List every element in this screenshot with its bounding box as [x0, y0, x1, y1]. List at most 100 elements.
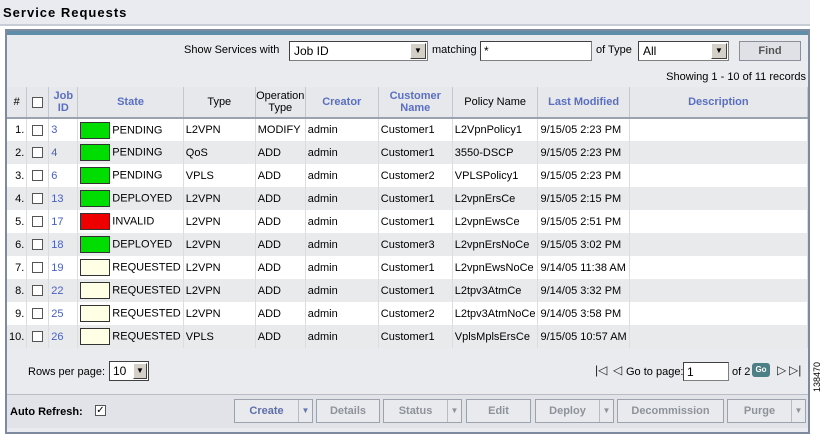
deploy-button[interactable]: Deploy ▼: [535, 399, 614, 423]
decommission-button[interactable]: Decommission: [617, 399, 724, 423]
table-row[interactable]: 3. 6 PENDING VPLS ADD admin Customer2 VPLSPolic…: [7, 164, 809, 187]
state-cell: PENDING: [77, 141, 184, 164]
table-row[interactable]: 2. 4 PENDING QoS ADD admin Customer1 3550-DSCP 9…: [7, 141, 809, 164]
state-label: REQUESTED: [112, 307, 181, 320]
auto-refresh-checkbox[interactable]: ✓: [95, 405, 106, 416]
type-cell: L2VPN: [183, 233, 256, 256]
header-creator[interactable]: Creator: [305, 87, 379, 119]
row-checkbox[interactable]: [32, 239, 44, 251]
rows-per-page-select[interactable]: 10 ▼: [109, 361, 149, 381]
purge-button[interactable]: Purge ▼: [727, 399, 806, 423]
service-requests-table: # Job ID State Type Operation Type Creat…: [7, 87, 809, 348]
row-checkbox[interactable]: [32, 285, 44, 297]
select-all-checkbox[interactable]: [32, 96, 44, 108]
row-number: 4.: [7, 187, 28, 210]
row-checkbox[interactable]: [32, 262, 44, 274]
state-color-swatch: [80, 144, 111, 161]
status-button[interactable]: Status ▼: [383, 399, 462, 423]
state-label: REQUESTED: [112, 261, 181, 274]
row-checkbox[interactable]: [32, 193, 44, 205]
job-id-link[interactable]: 6: [48, 164, 79, 187]
header-select-all: [26, 87, 50, 119]
first-page-icon[interactable]: |◁: [595, 363, 607, 377]
last-modified-cell: 9/15/05 3:02 PM: [537, 233, 630, 256]
edit-button[interactable]: Edit: [466, 399, 531, 423]
operation-type-cell: ADD: [255, 302, 306, 325]
last-modified-cell: 9/15/05 2:23 PM: [537, 141, 630, 164]
type-cell: L2VPN: [183, 210, 256, 233]
row-number: 3.: [7, 164, 28, 187]
table-row[interactable]: 6. 18 DEPLOYED L2VPN ADD admin Customer3 L2vpnE…: [7, 233, 809, 256]
last-modified-cell: 9/15/05 2:23 PM: [537, 118, 630, 141]
chevron-down-icon[interactable]: ▼: [599, 400, 613, 422]
row-number: 10.: [7, 325, 28, 348]
chevron-down-icon[interactable]: ▼: [447, 400, 461, 422]
customer-cell: Customer1: [378, 279, 453, 302]
job-id-link[interactable]: 26: [48, 325, 79, 348]
chevron-down-icon[interactable]: ▼: [410, 43, 426, 59]
last-page-icon[interactable]: ▷|: [789, 363, 801, 377]
row-checkbox[interactable]: [32, 216, 44, 228]
deploy-label: Deploy: [549, 405, 586, 417]
operation-type-cell: ADD: [255, 187, 306, 210]
customer-cell: Customer3: [378, 233, 453, 256]
table-row[interactable]: 8. 22 REQUESTED L2VPN ADD admin Customer1 L2tpv…: [7, 279, 809, 302]
job-id-link[interactable]: 25: [48, 302, 79, 325]
table-row[interactable]: 1. 3 PENDING L2VPN MODIFY admin Customer1 L2Vpn…: [7, 118, 809, 141]
table-row[interactable]: 5. 17 INVALID L2VPN ADD admin Customer1 L2vpnEw…: [7, 210, 809, 233]
last-modified-cell: 9/15/05 2:51 PM: [537, 210, 630, 233]
row-checkbox[interactable]: [32, 170, 44, 182]
row-number: 8.: [7, 279, 28, 302]
previous-page-icon[interactable]: ◁: [613, 363, 622, 377]
figure-number: 138470: [812, 361, 822, 392]
job-id-link[interactable]: 4: [48, 141, 79, 164]
job-id-link[interactable]: 3: [48, 118, 79, 141]
description-cell: [629, 256, 809, 279]
row-checkbox-cell: [26, 325, 50, 348]
header-last-modified[interactable]: Last Modified: [537, 87, 630, 119]
table-row[interactable]: 7. 19 REQUESTED L2VPN ADD admin Customer1 L2vpn…: [7, 256, 809, 279]
details-button[interactable]: Details: [316, 399, 380, 423]
job-id-link[interactable]: 19: [48, 256, 79, 279]
creator-cell: admin: [305, 164, 379, 187]
job-id-link[interactable]: 22: [48, 279, 79, 302]
matching-input[interactable]: *: [480, 41, 592, 61]
chevron-down-icon[interactable]: ▼: [791, 400, 805, 422]
chevron-down-icon[interactable]: ▼: [133, 363, 147, 379]
job-id-link[interactable]: 13: [48, 187, 79, 210]
header-job-id[interactable]: Job ID: [48, 87, 79, 119]
status-label: Status: [398, 405, 433, 417]
creator-cell: admin: [305, 118, 379, 141]
table-row[interactable]: 9. 25 REQUESTED L2VPN ADD admin Customer2 L2tpv…: [7, 302, 809, 325]
state-color-swatch: [80, 190, 111, 207]
policy-cell: 3550-DSCP: [452, 141, 539, 164]
header-number: #: [7, 87, 28, 119]
table-row[interactable]: 4. 13 DEPLOYED L2VPN ADD admin Customer1 L2vpnE…: [7, 187, 809, 210]
create-button[interactable]: Create ▼: [234, 399, 313, 423]
creator-cell: admin: [305, 141, 379, 164]
row-checkbox-cell: [26, 164, 50, 187]
header-description[interactable]: Description: [629, 87, 809, 119]
chevron-down-icon[interactable]: ▼: [298, 400, 312, 422]
row-checkbox-cell: [26, 302, 50, 325]
service-requests-panel: Show Services with Job ID ▼ matching * o…: [5, 29, 810, 434]
next-page-icon[interactable]: ▷: [777, 363, 786, 377]
find-button[interactable]: Find: [739, 41, 801, 61]
job-id-link[interactable]: 17: [48, 210, 79, 233]
type-select[interactable]: All ▼: [638, 41, 729, 61]
row-checkbox[interactable]: [32, 308, 44, 320]
header-customer-name[interactable]: Customer Name: [378, 87, 453, 119]
row-checkbox[interactable]: [32, 124, 44, 136]
go-button[interactable]: Go: [752, 363, 770, 377]
customer-cell: Customer2: [378, 164, 453, 187]
state-label: PENDING: [112, 146, 163, 159]
page-number-input[interactable]: 1: [683, 362, 729, 381]
table-row[interactable]: 10. 26 REQUESTED VPLS ADD admin Customer1 VplsM…: [7, 325, 809, 348]
job-id-link[interactable]: 18: [48, 233, 79, 256]
header-state[interactable]: State: [77, 87, 184, 119]
row-checkbox[interactable]: [32, 331, 44, 343]
state-color-swatch: [80, 167, 111, 184]
chevron-down-icon[interactable]: ▼: [711, 43, 727, 59]
row-checkbox[interactable]: [32, 147, 44, 159]
filter-field-select[interactable]: Job ID ▼: [289, 41, 428, 61]
